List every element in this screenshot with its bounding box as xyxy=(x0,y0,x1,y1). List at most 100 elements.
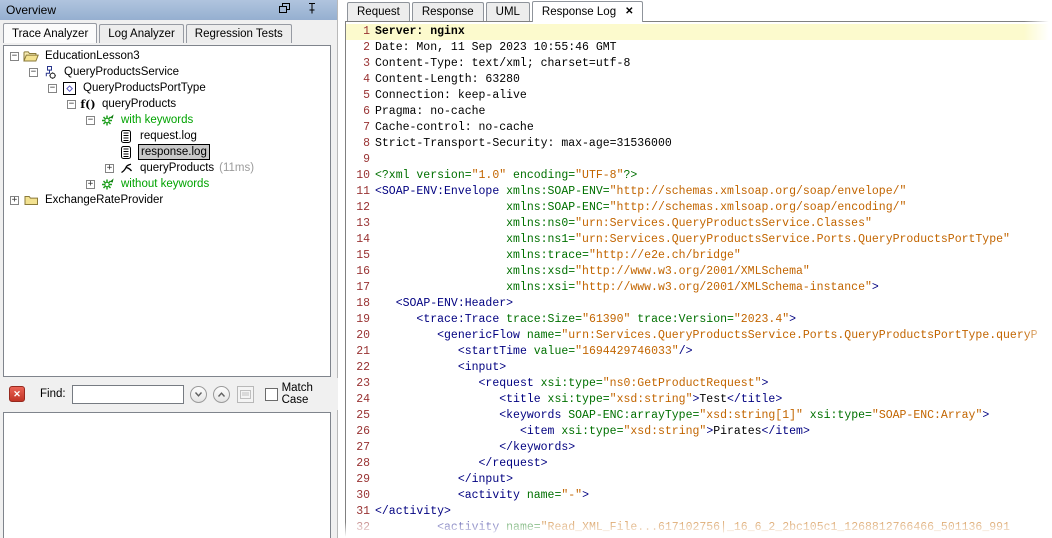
tree-item-with-keywords[interactable]: − with keywords xyxy=(4,112,330,128)
lower-empty-panel xyxy=(3,412,331,538)
code-text: <SOAP-ENV:Header> xyxy=(375,296,1052,312)
tree-item-exchangerateprovider[interactable]: + ExchangeRateProvider xyxy=(4,192,330,208)
code-line: 19 <trace:Trace trace:Size="61390" trace… xyxy=(346,312,1052,328)
code-line: 25 <keywords SOAP-ENC:arrayType="xsd:str… xyxy=(346,408,1052,424)
line-number: 26 xyxy=(346,424,370,440)
close-icon[interactable]: ✕ xyxy=(9,386,25,402)
pin-icon[interactable] xyxy=(307,1,317,19)
panel-title: Overview xyxy=(6,3,56,17)
tree-item-label[interactable]: QueryProductsPortType xyxy=(81,81,208,95)
trace-tree[interactable]: −EducationLesson3−QueryProductsService−Q… xyxy=(3,45,331,377)
code-line: 8Strict-Transport-Security: max-age=3153… xyxy=(346,136,1052,152)
code-line: 22 <input> xyxy=(346,360,1052,376)
line-number: 9 xyxy=(346,152,370,168)
code-text: Cache-control: no-cache xyxy=(375,120,1052,136)
code-line: 27 </keywords> xyxy=(346,440,1052,456)
tab-uml[interactable]: UML xyxy=(486,2,530,21)
left-tab-strip: Trace Analyzer Log Analyzer Regression Tes… xyxy=(0,20,337,43)
close-tab-icon[interactable]: ✕ xyxy=(625,7,633,17)
tree-item-label[interactable]: request.log xyxy=(138,129,199,143)
code-text: </request> xyxy=(375,456,1052,472)
code-text: <activity name="-"> xyxy=(375,488,1052,504)
tree-item-label[interactable]: with keywords xyxy=(119,113,195,127)
response-log-editor[interactable]: 1Server: nginx2Date: Mon, 11 Sep 2023 10… xyxy=(345,21,1052,538)
tab-regression-tests[interactable]: Regression Tests xyxy=(186,24,292,43)
line-number: 25 xyxy=(346,408,370,424)
tree-item-educationlesson3[interactable]: − EducationLesson3 xyxy=(4,48,330,64)
code-text: xmlns:SOAP-ENC="http://schemas.xmlsoap.o… xyxy=(375,200,1052,216)
tree-item-label[interactable]: queryProducts xyxy=(138,161,216,175)
flow-icon xyxy=(118,162,134,174)
tree-item-label[interactable]: response.log xyxy=(138,144,210,160)
tab-response[interactable]: Response xyxy=(412,2,484,21)
tree-item-label[interactable]: without keywords xyxy=(119,177,211,191)
tab-log-analyzer[interactable]: Log Analyzer xyxy=(99,24,184,43)
code-line: 4Content-Length: 63280 xyxy=(346,72,1052,88)
minus-expander-icon[interactable]: − xyxy=(29,68,38,77)
chevron-up-icon xyxy=(217,391,226,398)
line-number: 17 xyxy=(346,280,370,296)
tree-item-without-keywords[interactable]: + without keywords xyxy=(4,176,330,192)
code-text: xmlns:xsd="http://www.w3.org/2001/XMLSch… xyxy=(375,264,1052,280)
code-text: <SOAP-ENV:Envelope xmlns:SOAP-ENV="http:… xyxy=(375,184,1052,200)
code-text: xmlns:xsi="http://www.w3.org/2001/XMLSch… xyxy=(375,280,1052,296)
code-line: 16 xmlns:xsd="http://www.w3.org/2001/XML… xyxy=(346,264,1052,280)
tab-label: Regression Tests xyxy=(195,28,283,40)
tree-item-request-log[interactable]: request.log xyxy=(4,128,330,144)
restore-icon[interactable] xyxy=(279,1,291,19)
plus-expander-icon[interactable]: + xyxy=(86,180,95,189)
tree-item-queryproducts[interactable]: −f()queryProducts xyxy=(4,96,330,112)
log-icon xyxy=(118,146,134,159)
minus-expander-icon[interactable]: − xyxy=(10,52,19,61)
code-line: 18 <SOAP-ENV:Header> xyxy=(346,296,1052,312)
tree-connector xyxy=(105,132,114,141)
plus-expander-icon[interactable]: + xyxy=(105,164,114,173)
plus-expander-icon[interactable]: + xyxy=(10,196,19,205)
tree-item-response-log[interactable]: response.log xyxy=(4,144,330,160)
tab-response-log[interactable]: Response Log✕ xyxy=(532,1,644,22)
code-text: Content-Length: 63280 xyxy=(375,72,1052,88)
line-number: 13 xyxy=(346,216,370,232)
tree-item-queryproducts[interactable]: + queryProducts(11ms) xyxy=(4,160,330,176)
line-number: 22 xyxy=(346,360,370,376)
line-number: 28 xyxy=(346,456,370,472)
find-label: Find: xyxy=(40,388,66,400)
code-text: <genericFlow name="urn:Services.QueryPro… xyxy=(375,328,1052,344)
find-previous-button[interactable] xyxy=(213,386,230,403)
code-text: Connection: keep-alive xyxy=(375,88,1052,104)
highlight-all-button[interactable] xyxy=(237,386,254,403)
code-line: 20 <genericFlow name="urn:Services.Query… xyxy=(346,328,1052,344)
overview-panel: Overview Trace Analyzer Log Analyzer Regre… xyxy=(0,0,338,538)
line-number: 2 xyxy=(346,40,370,56)
tree-item-label[interactable]: EducationLesson3 xyxy=(43,49,142,63)
minus-expander-icon[interactable]: − xyxy=(48,84,57,93)
line-number: 19 xyxy=(346,312,370,328)
minus-expander-icon[interactable]: − xyxy=(86,116,95,125)
line-number: 16 xyxy=(346,264,370,280)
tab-trace-analyzer[interactable]: Trace Analyzer xyxy=(3,23,97,43)
tab-request[interactable]: Request xyxy=(347,2,410,21)
tree-item-queryproductsservice[interactable]: − QueryProductsService xyxy=(4,64,330,80)
porttype-icon xyxy=(61,82,77,95)
line-number: 24 xyxy=(346,392,370,408)
tab-label: UML xyxy=(496,6,520,18)
tab-label: Log Analyzer xyxy=(108,28,175,40)
code-line: 24 <title xsi:type="xsd:string">Test</ti… xyxy=(346,392,1052,408)
code-text: </input> xyxy=(375,472,1052,488)
find-input[interactable] xyxy=(72,385,184,404)
code-line: 13 xmlns:ns0="urn:Services.QueryProducts… xyxy=(346,216,1052,232)
code-text: <item xsi:type="xsd:string">Pirates</ite… xyxy=(375,424,1052,440)
code-text: xmlns:trace="http://e2e.ch/bridge" xyxy=(375,248,1052,264)
code-text: Date: Mon, 11 Sep 2023 10:55:46 GMT xyxy=(375,40,1052,56)
code-text: <startTime value="1694429746033"/> xyxy=(375,344,1052,360)
code-line: 7Cache-control: no-cache xyxy=(346,120,1052,136)
find-next-button[interactable] xyxy=(190,386,207,403)
tree-item-queryproductsporttype[interactable]: − QueryProductsPortType xyxy=(4,80,330,96)
match-case-checkbox[interactable] xyxy=(265,388,278,401)
code-line: 28 </request> xyxy=(346,456,1052,472)
duration-badge: (11ms) xyxy=(219,162,254,174)
tree-item-label[interactable]: ExchangeRateProvider xyxy=(43,193,165,207)
tree-item-label[interactable]: queryProducts xyxy=(100,97,178,111)
minus-expander-icon[interactable]: − xyxy=(67,100,76,109)
tree-item-label[interactable]: QueryProductsService xyxy=(62,65,181,79)
